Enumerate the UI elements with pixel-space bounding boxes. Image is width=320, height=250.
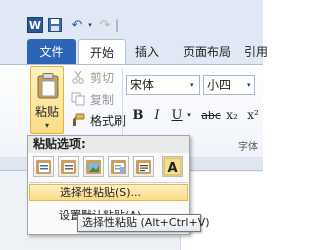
paste-text-a-icon[interactable]: A bbox=[162, 156, 183, 177]
paste-label: 粘贴 bbox=[34, 105, 59, 119]
undo-icon[interactable]: ↶ bbox=[70, 17, 84, 33]
paste-text-icon[interactable] bbox=[133, 156, 154, 177]
chevron-down-icon[interactable]: ▾ bbox=[190, 81, 194, 89]
chevron-down-icon: ▾ bbox=[44, 121, 49, 130]
redo-icon[interactable]: ↷ bbox=[99, 17, 111, 33]
copy-label: 复制 bbox=[90, 92, 115, 107]
italic-button[interactable]: I bbox=[151, 106, 163, 124]
font-group-label: 字体 bbox=[238, 142, 258, 153]
menu-divider bbox=[29, 182, 188, 183]
paste-button[interactable]: 粘贴 ▾ bbox=[30, 66, 64, 134]
copy-icon bbox=[70, 91, 86, 107]
paste-special-menu-item[interactable]: 选择性粘贴(S)... bbox=[29, 184, 188, 201]
superscript-button[interactable]: x² bbox=[245, 106, 261, 124]
format-painter-button[interactable]: 格式刷 bbox=[70, 111, 126, 129]
font-name-select[interactable]: 宋体 bbox=[126, 75, 200, 95]
copy-button[interactable]: 复制 bbox=[70, 90, 114, 108]
save-icon[interactable] bbox=[47, 17, 62, 33]
paste-options-header: 粘贴选项: bbox=[28, 136, 189, 153]
cut-label: 剪切 bbox=[90, 70, 115, 85]
svg-text:A: A bbox=[167, 161, 177, 176]
tab-page-layout[interactable]: 页面布局 bbox=[174, 39, 240, 64]
paste-merge-format-icon[interactable] bbox=[58, 156, 79, 177]
undo-dropdown-icon[interactable]: ▾ bbox=[86, 17, 94, 33]
clipboard-icon bbox=[37, 73, 59, 99]
tooltip: 选择性粘贴 (Alt+Ctrl+V) bbox=[77, 214, 210, 232]
paste-keep-text-only-icon[interactable] bbox=[108, 156, 129, 177]
toolbar-separator: | bbox=[114, 18, 120, 32]
word-icon[interactable]: W bbox=[27, 17, 43, 33]
subscript-button[interactable]: x₂ bbox=[224, 106, 240, 124]
bold-button[interactable]: B bbox=[132, 106, 144, 124]
paste-picture-icon[interactable] bbox=[83, 156, 104, 177]
underline-button[interactable]: U bbox=[171, 106, 183, 124]
chevron-down-icon[interactable]: ▾ bbox=[247, 81, 251, 89]
tab-home[interactable]: 开始 bbox=[78, 39, 126, 65]
cut-button[interactable]: 剪切 bbox=[70, 68, 114, 86]
paste-keep-source-icon[interactable] bbox=[33, 156, 54, 177]
underline-dropdown-icon[interactable]: ▾ bbox=[185, 106, 193, 124]
tab-references[interactable]: 引用 bbox=[244, 39, 274, 64]
tab-file[interactable]: 文件 bbox=[27, 39, 76, 64]
format-painter-icon bbox=[70, 112, 86, 128]
scissors-icon bbox=[70, 69, 86, 85]
strikethrough-button[interactable]: abc bbox=[200, 106, 222, 124]
document-page bbox=[180, 172, 263, 250]
tab-insert[interactable]: 插入 bbox=[128, 39, 166, 64]
format-painter-label: 格式刷 bbox=[90, 113, 127, 128]
